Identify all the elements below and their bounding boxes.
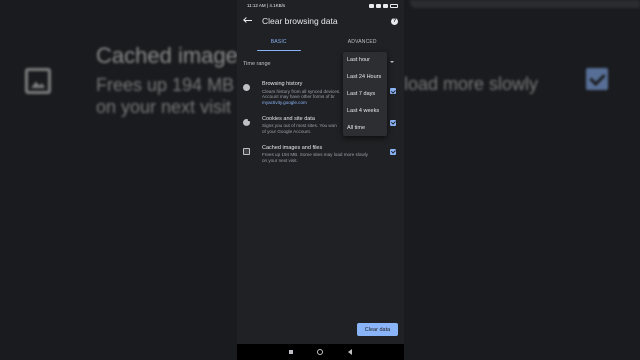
myactivity-link[interactable]: myactivity.google.com — [262, 100, 307, 105]
recents-icon[interactable] — [289, 350, 294, 354]
back-arrow-icon[interactable] — [243, 16, 253, 26]
option-description-line1: Frees up 194 MB. Some sites may load mor… — [262, 152, 368, 158]
menu-item-last-4-weeks[interactable]: Last 4 weeks — [343, 102, 387, 119]
clock-icon — [243, 84, 250, 91]
dropdown-arrow-icon[interactable] — [390, 61, 394, 63]
image-icon — [25, 68, 51, 94]
background-subtitle-right: load more slowly — [404, 74, 539, 94]
wifi-icon — [383, 3, 388, 8]
cached-images-checkbox[interactable] — [390, 148, 396, 155]
tab-bar: BASIC ADVANCED — [237, 33, 404, 51]
option-title: Cached images and files — [262, 144, 323, 151]
background-subtitle-line2: on your next visit — [96, 97, 232, 117]
browsing-history-checkbox[interactable] — [390, 88, 396, 94]
tab-advanced[interactable]: ADVANCED — [321, 33, 405, 51]
back-icon[interactable] — [347, 349, 352, 355]
status-bar: 11:12 AM | 4.1KB/s — [237, 0, 404, 11]
menu-item-all-time[interactable]: All time — [343, 119, 387, 136]
status-icons — [369, 3, 398, 8]
cookie-icon — [243, 118, 250, 126]
menu-item-last-7-days[interactable]: Last 7 days — [343, 86, 387, 103]
background-top-bar — [410, 0, 640, 8]
option-description: Frees up 194 MB. Some sites may load mor… — [262, 152, 388, 164]
time-range-menu: Last hour Last 24 Hours Last 7 days Last… — [343, 52, 387, 136]
option-description-line1: Signs you out of most sites. You won — [262, 123, 337, 129]
time-range-label: Time range — [243, 61, 271, 67]
status-time: 11:12 AM | 4.1KB/s — [247, 3, 286, 8]
battery-icon — [390, 3, 398, 8]
app-bar: Clear browsing data ? — [237, 11, 404, 31]
cookies-checkbox[interactable] — [390, 119, 396, 126]
image-icon — [243, 147, 250, 155]
help-icon[interactable]: ? — [391, 17, 398, 25]
option-cached-images[interactable]: Cached images and files Frees up 194 MB.… — [237, 145, 404, 164]
option-description-line2: Account may have other forms of br — [262, 94, 335, 100]
signal-icon — [376, 3, 381, 8]
background-subtitle: Frees up 194 MB on your next visit — [96, 74, 246, 118]
checkbox-icon — [586, 68, 608, 90]
background-subtitle-left: Frees up 194 MB — [96, 75, 235, 95]
home-icon[interactable] — [317, 349, 324, 355]
page-title: Clear browsing data — [262, 16, 338, 26]
alarm-icon — [369, 3, 374, 8]
option-description-line2: on your next visit. — [262, 158, 298, 164]
option-description-line1: Clears history from all synced devices. — [262, 88, 341, 94]
clear-data-button[interactable]: Clear data — [357, 323, 398, 336]
system-nav-bar — [237, 344, 404, 360]
option-description-line2: of your Google Account. — [262, 129, 312, 135]
background-title: Cached images — [96, 43, 249, 68]
menu-item-last-24-hours[interactable]: Last 24 Hours — [343, 69, 387, 86]
tab-basic[interactable]: BASIC — [237, 33, 321, 51]
menu-item-last-hour[interactable]: Last hour — [343, 52, 387, 69]
